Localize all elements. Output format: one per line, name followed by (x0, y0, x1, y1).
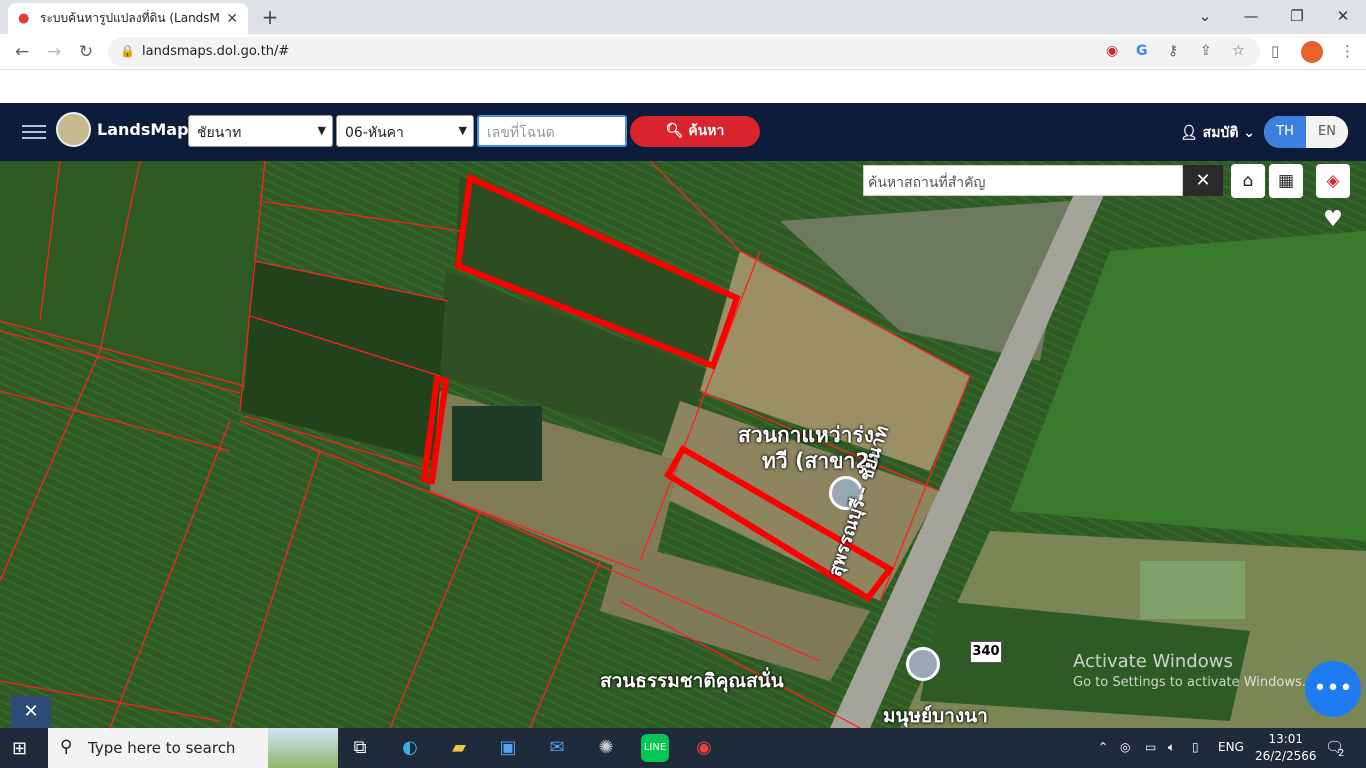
tab-close-icon[interactable]: ✕ (226, 11, 238, 27)
share-icon[interactable]: ⇪ (1200, 43, 1212, 59)
profile-avatar[interactable] (1301, 41, 1323, 63)
province-select[interactable]: ชัยนาท ▼ (188, 115, 333, 147)
clock-date: 26/2/2566 (1255, 749, 1317, 763)
search-icon: ⚲ (60, 737, 73, 757)
activate-title: Activate Windows (1073, 651, 1233, 672)
dol-logo (56, 112, 91, 147)
heart-icon[interactable]: ♥ (1314, 203, 1352, 237)
satellite-map[interactable]: ค้นหาสถานที่สำคัญ ✕ ⌂ ▦ ◈ ♥ สวนกาแหว่าร่… (0, 161, 1366, 728)
google-icon[interactable]: G (1136, 43, 1148, 59)
mail-icon[interactable]: ✉ (543, 734, 571, 762)
lang-th-button[interactable]: TH (1264, 116, 1306, 148)
layers-icon[interactable]: ◈ (1316, 164, 1350, 198)
side-panel-icon[interactable]: ▯ (1271, 42, 1279, 60)
site-header: LandsMaps ชัยนาท ▼ 06-หันคา ▼ เลขที่โฉนด… (0, 103, 1366, 161)
file-explorer-icon[interactable]: ▰ (445, 734, 473, 762)
close-window-button[interactable]: ✕ (1328, 4, 1358, 28)
measure-tool-icon[interactable]: ✕ (11, 696, 51, 728)
map-pin-icon: ● (18, 10, 30, 26)
clock-time: 13:01 (1268, 732, 1304, 746)
search-highlight-image (268, 728, 338, 768)
store-icon[interactable]: ▣ (494, 734, 522, 762)
clock[interactable]: 13:01 26/2/2566 (1255, 731, 1317, 765)
activate-subtitle: Go to Settings to activate Windows. (1073, 675, 1306, 690)
battery-icon[interactable]: ▯ (1192, 740, 1199, 754)
place-search-input[interactable]: ค้นหาสถานที่สำคัญ (863, 165, 1183, 196)
notification-count: 2 (1338, 748, 1345, 759)
restore-button[interactable]: ❐ (1282, 4, 1312, 28)
chevron-up-icon[interactable]: ⌃ (1098, 740, 1108, 754)
page-top-blank (0, 70, 1366, 103)
minimize-button[interactable]: — (1236, 4, 1266, 28)
new-tab-button[interactable]: + (258, 5, 282, 29)
bookmark-star-icon[interactable]: ☆ (1232, 43, 1245, 59)
taskbar-search-text: Type here to search (88, 739, 236, 757)
camera-icon[interactable]: ◎ (1120, 740, 1130, 754)
place-pin-icon[interactable] (906, 647, 940, 681)
user-menu[interactable]: 👤︎ สมบัติ ⌄ (1180, 122, 1255, 144)
chevron-down-icon: ⌄ (1243, 125, 1256, 141)
user-name: สมบัติ (1202, 125, 1239, 141)
chrome-icon[interactable]: ◉ (690, 734, 718, 762)
brand-title: LandsMaps (97, 120, 199, 139)
district-value: 06-หันคา (345, 125, 404, 141)
back-icon[interactable]: ← (10, 40, 34, 64)
grid-icon[interactable]: ▦ (1269, 164, 1303, 198)
browser-tab-strip: ● ระบบค้นหารูปแปลงที่ดิน (LandsMaps ✕ + … (0, 0, 1366, 34)
input-language[interactable]: ENG (1218, 740, 1244, 754)
tab-title: ระบบค้นหารูปแปลงที่ดิน (LandsMaps (40, 11, 220, 25)
browser-toolbar: ← → ↻ 🔒 landsmaps.dol.go.th/# ◉ G ⚷ ⇪ ☆ … (0, 34, 1366, 70)
activate-windows-watermark: Activate Windows Go to Settings to activ… (1073, 651, 1306, 690)
map-label-park: สวนธรรมชาติคุณสนั่น (600, 670, 784, 692)
map-label-village: มนุษย์บางนา (883, 705, 988, 727)
place-search-clear-button[interactable]: ✕ (1183, 165, 1223, 196)
key-icon[interactable]: ⚷ (1168, 43, 1178, 59)
chevron-down-icon: ▼ (458, 124, 467, 137)
more-options-button[interactable]: ••• (1305, 661, 1361, 717)
network-icon[interactable]: ▭ (1145, 740, 1156, 754)
menu-kebab-icon[interactable]: ⋮ (1340, 42, 1355, 60)
chevron-down-icon: ▼ (317, 124, 326, 137)
reload-icon[interactable]: ↻ (74, 40, 98, 64)
hamburger-menu-icon[interactable] (22, 121, 46, 143)
forward-icon[interactable]: → (42, 40, 66, 64)
edge-icon[interactable]: ◐ (396, 734, 424, 762)
language-toggle: TH EN (1264, 116, 1348, 148)
volume-icon[interactable]: 🔈︎ (1168, 740, 1175, 755)
route-number-badge: 340 (970, 641, 1002, 663)
district-select[interactable]: 06-หันคา ▼ (336, 115, 474, 147)
home-icon[interactable]: ⌂ (1231, 164, 1265, 198)
url-text[interactable]: landsmaps.dol.go.th/# (142, 44, 289, 59)
lang-en-button[interactable]: EN (1306, 116, 1348, 148)
windows-start-icon[interactable]: ⊞ (12, 738, 34, 760)
user-icon: 👤︎ (1180, 125, 1198, 141)
address-bar[interactable]: 🔒 landsmaps.dol.go.th/# ◉ G ⚷ ⇪ ☆ (108, 37, 1260, 67)
browser-tab[interactable]: ● ระบบค้นหารูปแปลงที่ดิน (LandsMaps ✕ (8, 3, 248, 34)
windows-taskbar: ⊞ ⚲ Type here to search ⧉ ◐ ▰ ▣ ✉ ✺ LINE… (0, 728, 1366, 768)
map-canvas (0, 161, 1366, 728)
search-button-label: ค้นหา (688, 123, 725, 139)
line-app-icon[interactable]: LINE (641, 734, 669, 762)
search-icon: 🔍︎ (665, 123, 684, 139)
search-button[interactable]: 🔍︎ ค้นหา (630, 116, 760, 147)
taskbar-search-box[interactable]: ⚲ Type here to search (48, 728, 338, 768)
province-value: ชัยนาท (197, 125, 242, 141)
location-blocked-icon[interactable]: ◉ (1106, 43, 1118, 59)
deed-number-input[interactable]: เลขที่โฉนด (477, 115, 627, 147)
task-view-icon[interactable]: ⧉ (346, 734, 374, 762)
lock-icon: 🔒 (120, 44, 135, 58)
tab-search-icon[interactable]: ⌄ (1190, 4, 1220, 28)
settings-app-icon[interactable]: ✺ (592, 734, 620, 762)
